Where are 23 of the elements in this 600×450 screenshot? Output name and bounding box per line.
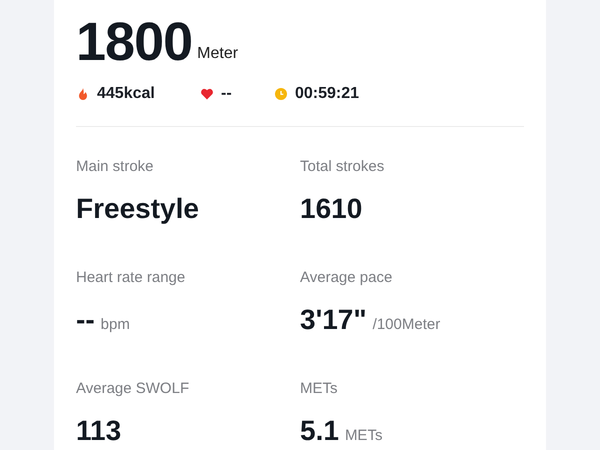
metric-label: Average SWOLF xyxy=(76,379,190,399)
metric-label: Heart rate range xyxy=(76,268,186,288)
metric-value: 3'17" xyxy=(300,304,367,336)
metric-label: METs xyxy=(300,379,338,399)
metric-value: 5.1 xyxy=(300,415,339,447)
metric-label: Average pace xyxy=(300,268,392,288)
metric-unit: METs xyxy=(344,426,382,446)
metric-label: Main stroke xyxy=(76,157,154,177)
clock-icon xyxy=(274,87,288,101)
heart-icon xyxy=(200,87,214,101)
flame-icon xyxy=(76,87,90,101)
distance-value: 1800 xyxy=(76,12,192,72)
summary-value: 445kcal xyxy=(97,84,155,104)
distance-unit: Meter xyxy=(197,44,238,64)
summary-value: -- xyxy=(221,84,232,104)
metric-unit: /100Meter xyxy=(372,315,440,335)
metric-value: -- xyxy=(76,304,95,336)
metric-value: Freestyle xyxy=(76,193,199,225)
metric-unit: bpm xyxy=(100,315,130,335)
metric-label: Total strokes xyxy=(300,157,384,177)
metric-value: 1610 xyxy=(300,193,362,225)
summary-value: 00:59:21 xyxy=(295,84,360,104)
metric-value: 113 xyxy=(76,415,122,447)
